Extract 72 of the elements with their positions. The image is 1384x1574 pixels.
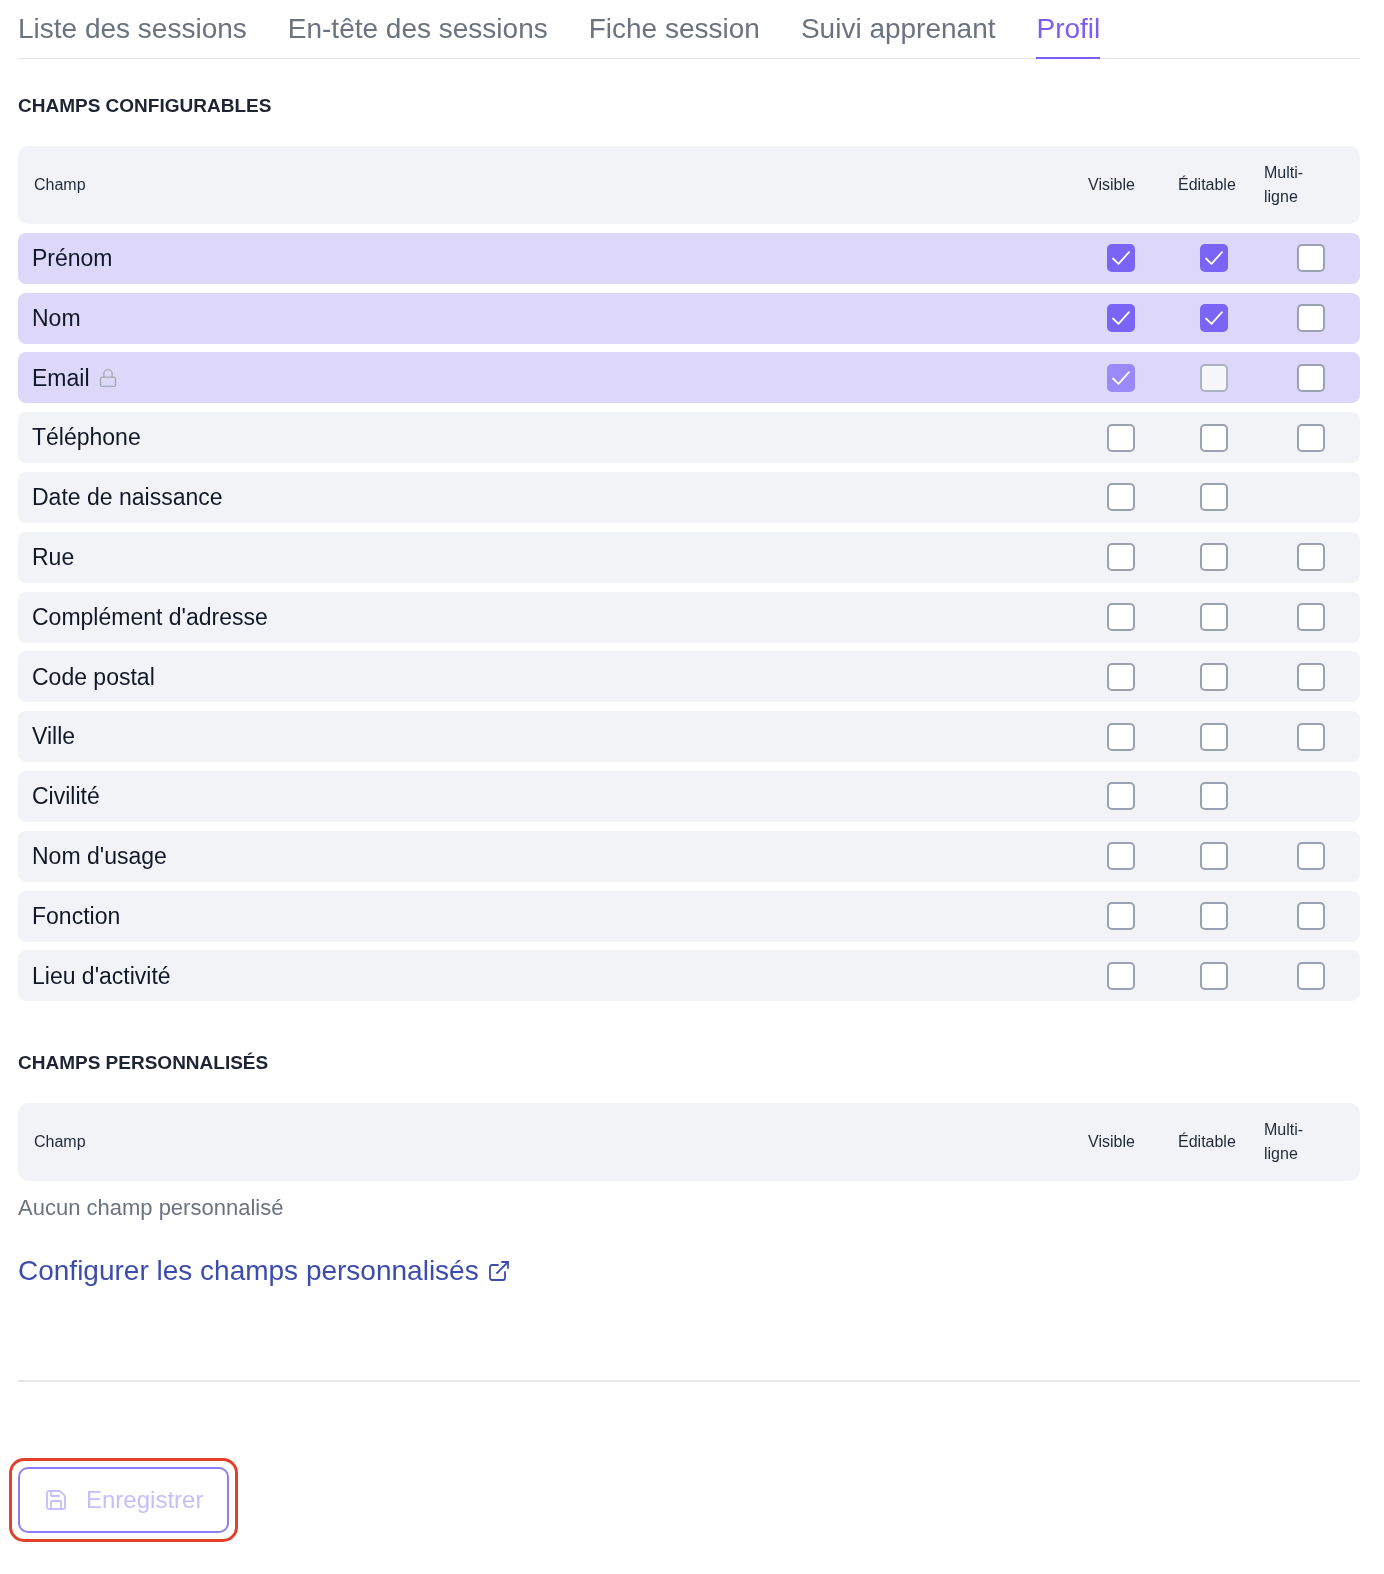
- tab[interactable]: Liste des sessions: [18, 0, 247, 59]
- check-icon: [1205, 311, 1223, 326]
- section-title: CHAMPS CONFIGURABLES: [18, 94, 273, 118]
- field-name: Nom: [32, 303, 81, 333]
- check-icon: [1112, 311, 1130, 326]
- checkbox[interactable]: [1200, 722, 1228, 751]
- field-name: Prénom: [32, 244, 113, 274]
- column-header: Champ: [34, 1133, 86, 1151]
- field-name: Email: [32, 363, 90, 393]
- section-title: CHAMPS PERSONNALISÉS: [18, 1051, 270, 1076]
- checkbox[interactable]: [1107, 304, 1135, 333]
- checkbox[interactable]: [1297, 244, 1325, 273]
- checkbox[interactable]: [1107, 961, 1135, 990]
- check-icon: [1112, 370, 1130, 385]
- save-icon: [44, 1488, 68, 1513]
- field-name: Civilité: [32, 782, 100, 812]
- checkbox[interactable]: [1107, 244, 1135, 273]
- configure-link[interactable]: Configurer les champs personnalisés: [18, 1253, 511, 1290]
- checkbox[interactable]: [1107, 603, 1135, 632]
- checkbox[interactable]: [1200, 782, 1228, 811]
- checkbox[interactable]: [1107, 782, 1135, 811]
- field-name: Rue: [32, 543, 75, 573]
- field-name: Complément d'adresse: [32, 602, 268, 632]
- checkbox[interactable]: [1297, 363, 1325, 392]
- column-header: Visible: [1088, 175, 1136, 195]
- column-header: Multi-ligne: [1264, 1120, 1305, 1165]
- field-name: Nom d'usage: [32, 842, 167, 871]
- checkbox[interactable]: [1107, 842, 1135, 871]
- checkbox[interactable]: [1200, 902, 1228, 931]
- empty-message: Aucun champ personnalisé: [18, 1194, 285, 1223]
- checkbox[interactable]: [1200, 842, 1228, 871]
- field-name: Code postal: [32, 662, 155, 692]
- checkbox[interactable]: [1297, 842, 1325, 871]
- checkbox[interactable]: [1200, 662, 1228, 691]
- checkbox[interactable]: [1297, 961, 1325, 990]
- checkbox[interactable]: [1200, 244, 1228, 273]
- column-header: Éditable: [1178, 1131, 1237, 1153]
- checkbox[interactable]: [1200, 961, 1228, 990]
- field-name: Ville: [32, 722, 76, 752]
- checkbox[interactable]: [1297, 662, 1325, 691]
- tab[interactable]: Fiche session: [588, 0, 760, 59]
- checkbox[interactable]: [1107, 483, 1135, 512]
- checkbox[interactable]: [1107, 902, 1135, 931]
- tab[interactable]: Suivi apprenant: [800, 0, 996, 59]
- field-name: Lieu d'activité: [32, 961, 171, 991]
- field-name: Téléphone: [32, 423, 141, 453]
- checkbox[interactable]: [1297, 423, 1325, 452]
- check-icon: [1112, 251, 1130, 266]
- checkbox[interactable]: [1297, 902, 1325, 931]
- checkbox[interactable]: [1297, 543, 1325, 572]
- column-header: Visible: [1088, 1132, 1136, 1153]
- column-header: Multi-ligne: [1264, 163, 1305, 207]
- checkbox[interactable]: [1200, 423, 1228, 452]
- check-icon: [1205, 251, 1223, 266]
- checkbox[interactable]: [1200, 603, 1228, 632]
- checkbox[interactable]: [1107, 543, 1135, 572]
- tab[interactable]: En-tête des sessions: [287, 0, 548, 59]
- checkbox[interactable]: [1297, 722, 1325, 751]
- checkbox[interactable]: [1200, 543, 1228, 572]
- column-header: Champ: [34, 176, 86, 193]
- checkbox[interactable]: [1200, 304, 1228, 333]
- checkbox[interactable]: [1107, 722, 1135, 751]
- external-link-icon: [486, 1259, 511, 1284]
- checkbox[interactable]: [1107, 423, 1135, 452]
- checkbox[interactable]: [1107, 662, 1135, 691]
- field-name: Fonction: [32, 901, 121, 931]
- column-header: Éditable: [1178, 174, 1237, 195]
- checkbox[interactable]: [1297, 304, 1325, 333]
- checkbox[interactable]: [1200, 483, 1228, 512]
- checkbox[interactable]: [1297, 603, 1325, 632]
- field-name: Date de naissance: [32, 483, 223, 513]
- tab[interactable]: Profil: [1036, 0, 1101, 59]
